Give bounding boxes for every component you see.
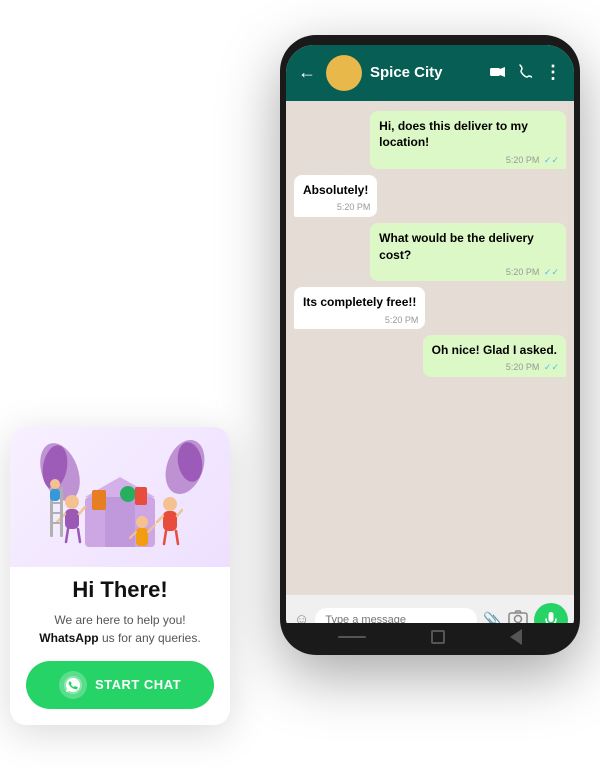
msg-ticks-3: ✓✓ [544, 267, 559, 277]
chat-area: Hi, does this deliver to my location! 5:… [286, 101, 574, 595]
phone-nav-bar [286, 623, 574, 651]
back-arrow-icon[interactable]: ← [298, 62, 316, 83]
msg-time-4: 5:20 PM [385, 314, 419, 327]
message-3: What would be the delivery cost? 5:20 PM… [370, 223, 566, 282]
start-chat-button[interactable]: START CHAT [26, 661, 214, 709]
recent-apps-nav[interactable] [431, 630, 445, 644]
widget-title: Hi There! [26, 577, 214, 603]
message-1: Hi, does this deliver to my location! 5:… [370, 111, 566, 170]
header-icons: ⋮ [490, 62, 562, 83]
start-chat-label: START CHAT [95, 677, 181, 692]
phone-screen: ← Spice City ⋮ [286, 45, 574, 645]
whatsapp-logo-icon [59, 671, 87, 699]
menu-icon[interactable]: ⋮ [544, 62, 562, 83]
message-4: Its completely free!! 5:20 PM [294, 287, 425, 329]
msg-ticks-1: ✓✓ [544, 155, 559, 165]
contact-avatar [326, 55, 362, 91]
phone-call-icon[interactable] [518, 64, 532, 81]
msg-time-5: 5:20 PM ✓✓ [506, 361, 559, 374]
message-5: Oh nice! Glad I asked. 5:20 PM ✓✓ [423, 335, 566, 377]
msg-time-1: 5:20 PM ✓✓ [506, 154, 559, 167]
msg-time-3: 5:20 PM ✓✓ [506, 266, 559, 279]
scene: ← Spice City ⋮ [10, 15, 590, 755]
back-nav[interactable] [510, 629, 522, 645]
widget-body: Hi There! We are here to help you! Whats… [10, 567, 230, 709]
widget-illustration [10, 427, 230, 567]
msg-ticks-5: ✓✓ [544, 362, 559, 372]
whatsapp-widget-card: Hi There! We are here to help you! Whats… [10, 427, 230, 725]
msg-time-2: 5:20 PM [337, 201, 371, 214]
message-2: Absolutely! 5:20 PM [294, 175, 377, 217]
contact-name: Spice City [370, 64, 482, 81]
video-call-icon[interactable] [490, 65, 506, 81]
widget-description: We are here to help you! WhatsApp us for… [26, 611, 214, 647]
whatsapp-header: ← Spice City ⋮ [286, 45, 574, 101]
phone-device: ← Spice City ⋮ [280, 35, 580, 655]
home-nav-indicator [338, 636, 366, 638]
